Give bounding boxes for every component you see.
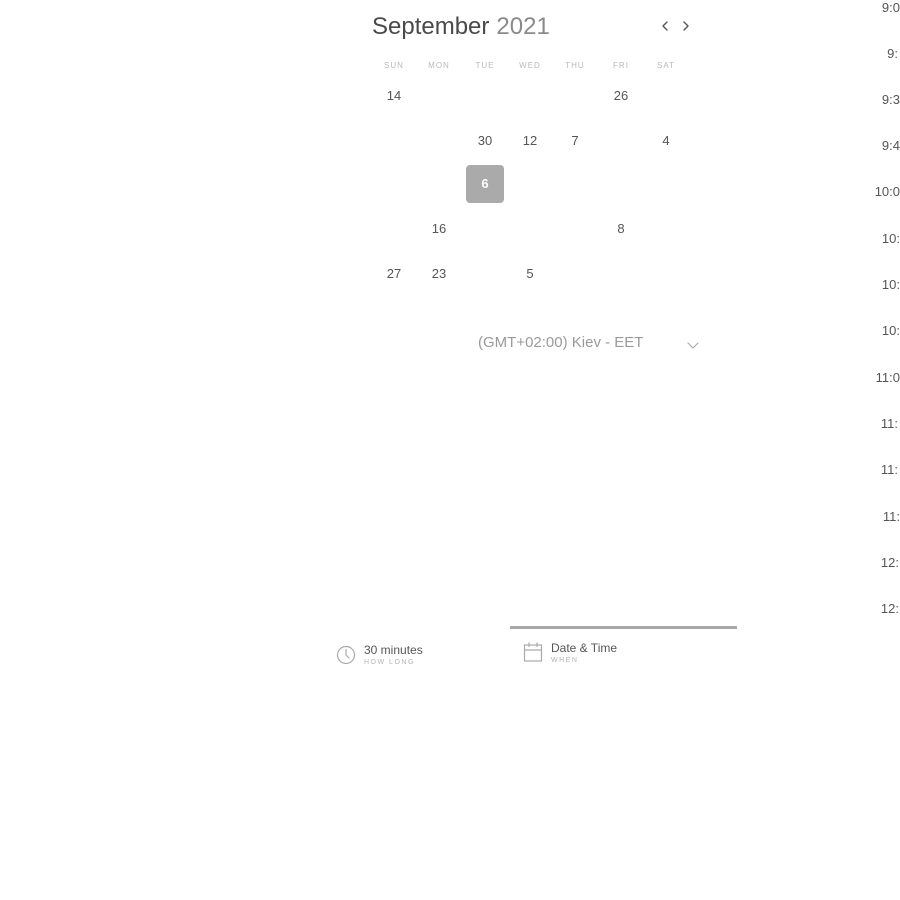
time-slot[interactable]: 10:0 — [875, 184, 900, 199]
weekday-mon: MON — [428, 61, 450, 70]
calendar-day[interactable]: 12 — [511, 122, 549, 160]
booking-page: September 2021 SUN MON TUE WED THU FRI SA… — [0, 0, 900, 900]
calendar-day[interactable]: 16 — [420, 210, 458, 248]
next-month-button[interactable] — [676, 16, 696, 36]
step-date-time-title: Date & Time — [551, 641, 618, 655]
clock-icon — [336, 643, 356, 665]
step-date-time-subtitle: WHEN — [551, 657, 579, 664]
time-slot[interactable]: 10: — [882, 277, 900, 292]
calendar-icon — [523, 641, 543, 663]
active-step-indicator — [510, 626, 737, 629]
selected-calendar-day[interactable]: 6 — [466, 165, 504, 203]
time-slot[interactable]: 9:0 — [882, 0, 900, 15]
month-label: September — [372, 13, 490, 40]
weekday-thu: THU — [565, 61, 585, 70]
chevron-left-icon — [662, 21, 668, 31]
time-slot[interactable]: 10: — [882, 323, 900, 338]
timezone-label: (GMT+02:00) Kiev - EET — [478, 334, 644, 351]
calendar-day[interactable]: 4 — [647, 122, 685, 160]
calendar-day[interactable]: 5 — [511, 255, 549, 293]
calendar-day[interactable]: 7 — [556, 122, 594, 160]
time-slot[interactable]: 12: — [881, 601, 899, 616]
time-slot[interactable]: 12: — [881, 555, 899, 570]
time-slot[interactable]: 11: — [883, 509, 900, 524]
step-date-time[interactable]: Date & Time WHEN — [523, 641, 673, 671]
month-year-title: September 2021 — [372, 11, 550, 43]
calendar-day[interactable]: 30 — [466, 122, 504, 160]
calendar-day[interactable]: 23 — [420, 255, 458, 293]
time-slot[interactable]: 9:4 — [882, 138, 900, 153]
time-slot[interactable]: 9:3 — [882, 92, 900, 107]
calendar-day[interactable]: 27 — [375, 255, 413, 293]
time-slot[interactable]: 11: — [881, 416, 898, 431]
step-duration[interactable]: 30 minutes HOW LONG — [336, 643, 486, 673]
step-duration-subtitle: HOW LONG — [364, 659, 415, 666]
calendar-day[interactable]: 8 — [602, 210, 640, 248]
weekday-wed: WED — [519, 61, 541, 70]
weekday-sat: SAT — [657, 61, 675, 70]
time-slot[interactable]: 11: — [881, 462, 898, 477]
step-duration-title: 30 minutes — [364, 643, 423, 657]
time-slot[interactable]: 11:0 — [876, 370, 900, 385]
weekday-fri: FRI — [613, 61, 629, 70]
chevron-down-icon — [686, 338, 700, 352]
chevron-right-icon — [683, 21, 689, 31]
year-label: 2021 — [496, 13, 550, 40]
calendar-day[interactable]: 26 — [602, 77, 640, 115]
calendar-day[interactable]: 14 — [375, 77, 413, 115]
weekday-sun: SUN — [384, 61, 404, 70]
weekday-tue: TUE — [475, 61, 495, 70]
time-slot-list: 9:0 9: 9:3 9:4 10:0 10: 10: 10: 11:0 11:… — [860, 0, 900, 640]
time-slot[interactable]: 10: — [882, 231, 900, 246]
time-slot[interactable]: 9: — [887, 46, 898, 61]
timezone-select[interactable]: (GMT+02:00) Kiev - EET — [478, 334, 704, 356]
previous-month-button[interactable] — [655, 16, 675, 36]
